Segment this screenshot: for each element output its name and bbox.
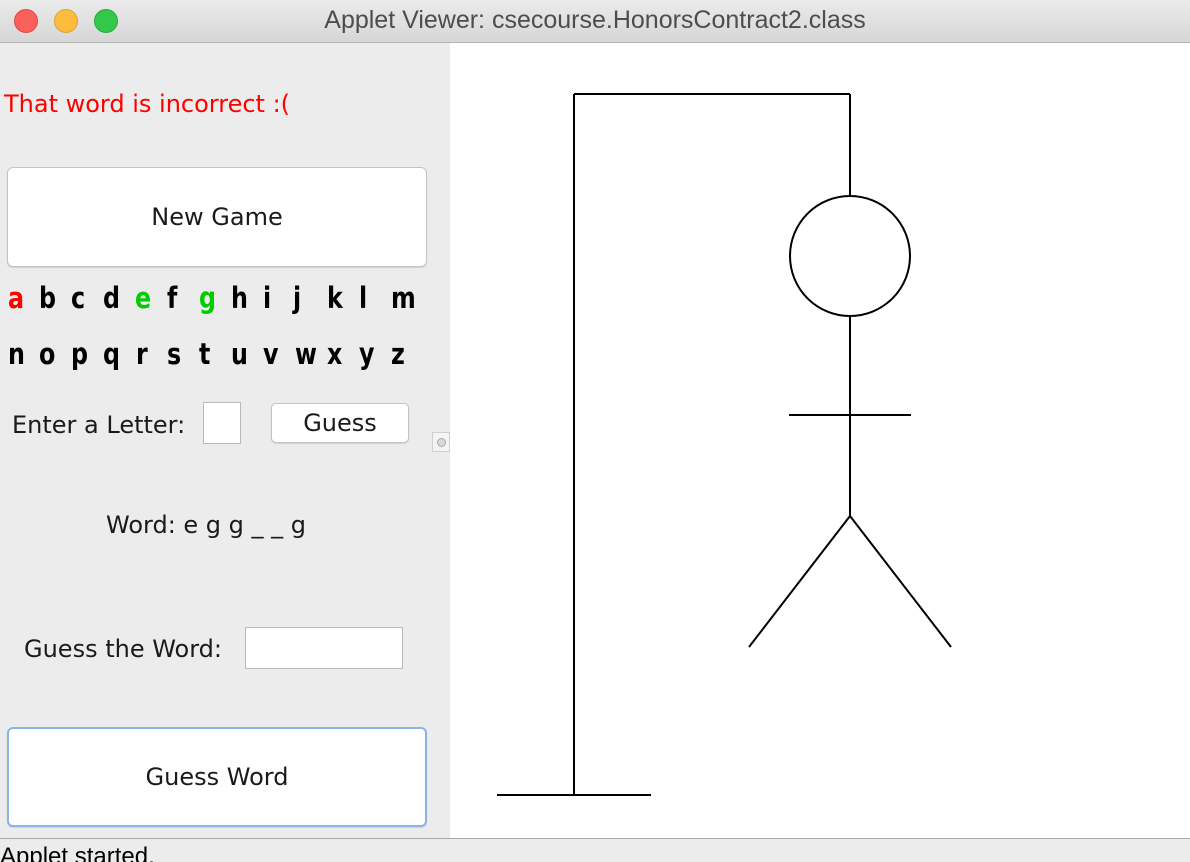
letter-input[interactable]	[203, 402, 241, 444]
letter-i: i	[263, 281, 272, 315]
letter-k: k	[327, 281, 343, 315]
letter-y: y	[359, 337, 375, 371]
guess-letter-button[interactable]: Guess	[271, 403, 409, 443]
hangman-right-leg	[849, 515, 952, 648]
controls-panel: That word is incorrect :( New Game a b c…	[0, 43, 450, 838]
letter-e: e	[135, 281, 152, 315]
letter-c: c	[71, 281, 86, 315]
letter-x: x	[327, 337, 343, 371]
guess-word-button[interactable]: Guess Word	[7, 727, 427, 827]
letter-l: l	[359, 281, 368, 315]
new-game-button[interactable]: New Game	[7, 167, 427, 267]
letter-w: w	[295, 337, 317, 371]
letter-g: g	[199, 281, 217, 315]
enter-letter-label: Enter a Letter:	[12, 411, 186, 439]
alphabet-row-2: n o p q r s t u v w x y z	[0, 337, 430, 377]
split-pane-divider-handle[interactable]	[432, 432, 450, 452]
letter-p: p	[71, 337, 89, 371]
word-progress: Word: e g g _ _ g	[106, 511, 307, 539]
letter-u: u	[231, 337, 248, 371]
letter-q: q	[103, 337, 121, 371]
letter-a: a	[8, 281, 25, 315]
letter-v: v	[263, 337, 279, 371]
hangman-left-leg	[748, 515, 851, 648]
applet-viewer-window: Applet Viewer: csecourse.HonorsContract2…	[0, 0, 1190, 862]
letter-n: n	[8, 337, 25, 371]
status-bar: Applet started.	[0, 838, 1190, 862]
status-bar-text: Applet started.	[0, 843, 155, 862]
letter-h: h	[231, 281, 248, 315]
letter-r: r	[136, 337, 148, 371]
letter-b: b	[39, 281, 57, 315]
word-input[interactable]	[245, 627, 403, 669]
letter-s: s	[167, 337, 182, 371]
result-message: That word is incorrect :(	[4, 90, 291, 118]
letter-z: z	[391, 337, 405, 371]
hangman-drawing-canvas	[450, 43, 1190, 838]
hangman-figure	[497, 93, 952, 796]
window-title: Applet Viewer: csecourse.HonorsContract2…	[324, 6, 866, 34]
guess-word-label: Guess the Word:	[24, 635, 222, 663]
hangman-head	[789, 195, 911, 317]
letter-o: o	[39, 337, 56, 371]
letter-d: d	[103, 281, 121, 315]
title-bar[interactable]: Applet Viewer: csecourse.HonorsContract2…	[0, 0, 1190, 43]
letter-m: m	[391, 281, 416, 315]
letter-t: t	[199, 337, 211, 371]
letter-f: f	[167, 281, 178, 315]
alphabet-row-1: a b c d e f g h i j k l m	[0, 281, 430, 321]
letter-j: j	[293, 281, 302, 315]
